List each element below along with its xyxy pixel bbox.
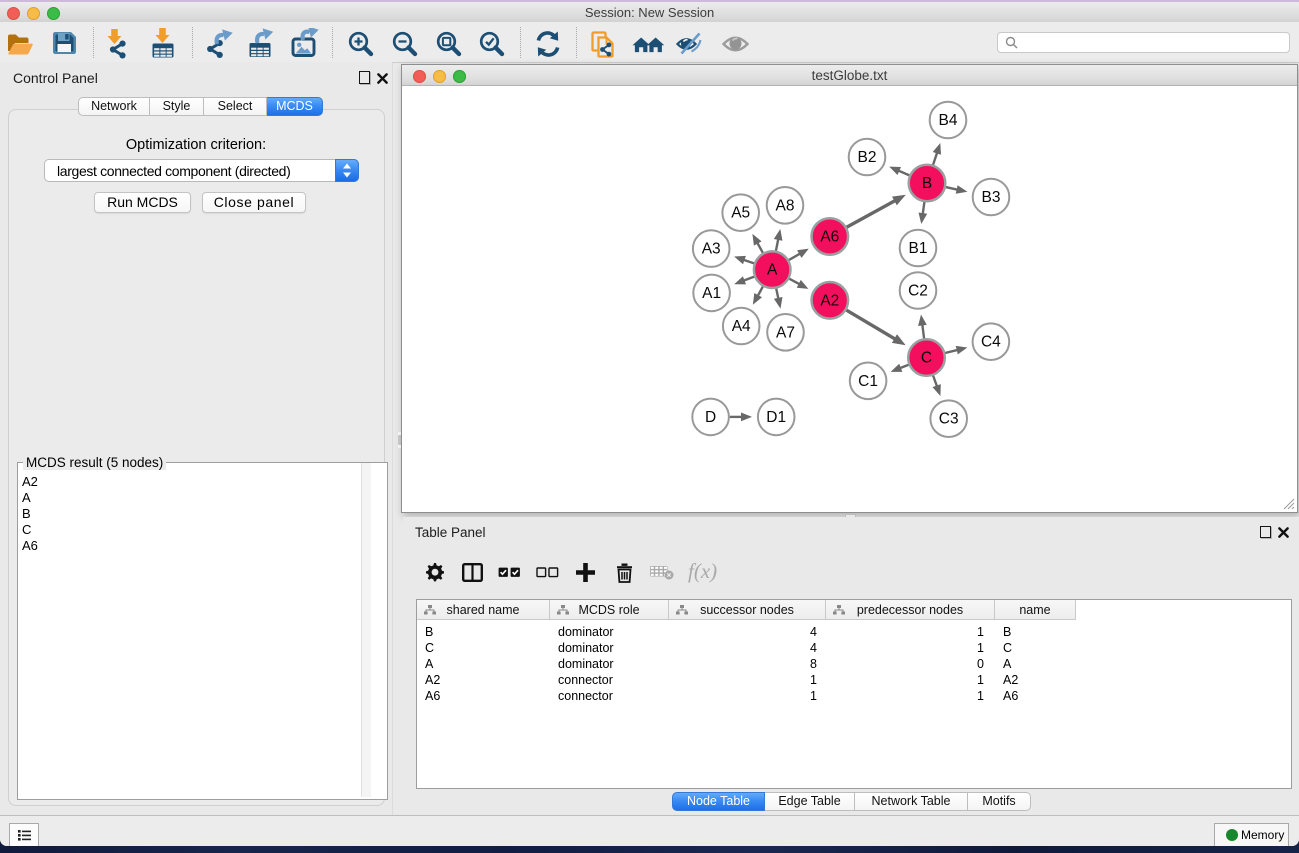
svg-text:C2: C2 — [908, 283, 928, 300]
svg-text:A4: A4 — [732, 318, 751, 335]
svg-text:A3: A3 — [702, 241, 721, 258]
svg-text:A8: A8 — [776, 197, 795, 214]
svg-text:B1: B1 — [909, 240, 928, 257]
svg-text:D1: D1 — [766, 409, 786, 426]
svg-text:A2: A2 — [820, 292, 839, 309]
svg-text:C4: C4 — [981, 334, 1001, 351]
svg-text:B3: B3 — [982, 189, 1001, 206]
svg-text:B2: B2 — [858, 149, 877, 166]
svg-text:C1: C1 — [858, 373, 878, 390]
svg-text:A: A — [767, 262, 778, 279]
svg-text:A7: A7 — [776, 324, 795, 341]
svg-text:B: B — [922, 175, 932, 192]
svg-text:A1: A1 — [702, 285, 721, 302]
svg-text:A6: A6 — [820, 229, 839, 246]
svg-text:C3: C3 — [939, 411, 959, 428]
svg-text:A5: A5 — [731, 205, 750, 222]
svg-text:C: C — [921, 350, 932, 367]
svg-text:B4: B4 — [939, 112, 958, 129]
svg-text:D: D — [705, 409, 716, 426]
